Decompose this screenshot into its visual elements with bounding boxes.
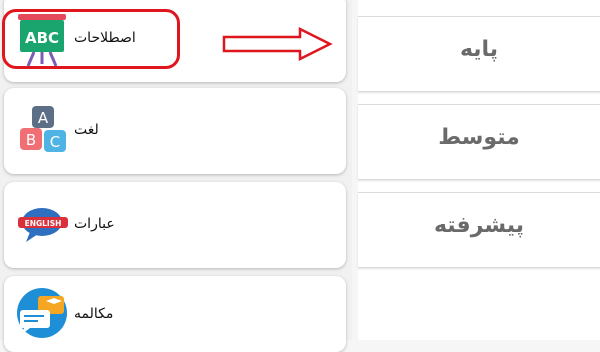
- category-label-conversation: مکالمه: [74, 306, 114, 322]
- level-label-basic: پایه: [459, 37, 499, 62]
- block-a-text: A: [38, 109, 49, 127]
- level-list: پایه متوسط پیشرفته: [358, 0, 600, 340]
- abc-easel-icon: ABC: [16, 12, 72, 70]
- english-text: ENGLISH: [25, 219, 62, 228]
- block-b-text: B: [26, 131, 36, 149]
- chat-conversation-icon: [16, 286, 72, 344]
- level-item-basic[interactable]: پایه: [358, 16, 600, 92]
- level-label-intermediate: متوسط: [438, 125, 520, 150]
- abc-blocks-icon: A B C: [16, 104, 72, 162]
- easel-abc-text: ABC: [25, 29, 59, 47]
- level-item-advanced[interactable]: پیشرفته: [358, 192, 600, 268]
- category-label-vocabulary: لغت: [74, 122, 99, 138]
- annotation-arrow-icon: [222, 26, 334, 66]
- category-label-idioms: اصطلاحات: [74, 30, 136, 46]
- level-item-intermediate[interactable]: متوسط: [358, 104, 600, 180]
- english-speech-bubble-icon: ENGLISH: [16, 204, 72, 252]
- category-card-conversation[interactable]: مکالمه: [4, 276, 346, 352]
- category-card-vocabulary[interactable]: A B C لغت: [4, 88, 346, 174]
- category-label-phrases: عبارات: [74, 216, 115, 232]
- category-card-phrases[interactable]: ENGLISH عبارات: [4, 182, 346, 268]
- level-label-advanced: پیشرفته: [433, 213, 525, 238]
- block-c-text: C: [50, 133, 60, 151]
